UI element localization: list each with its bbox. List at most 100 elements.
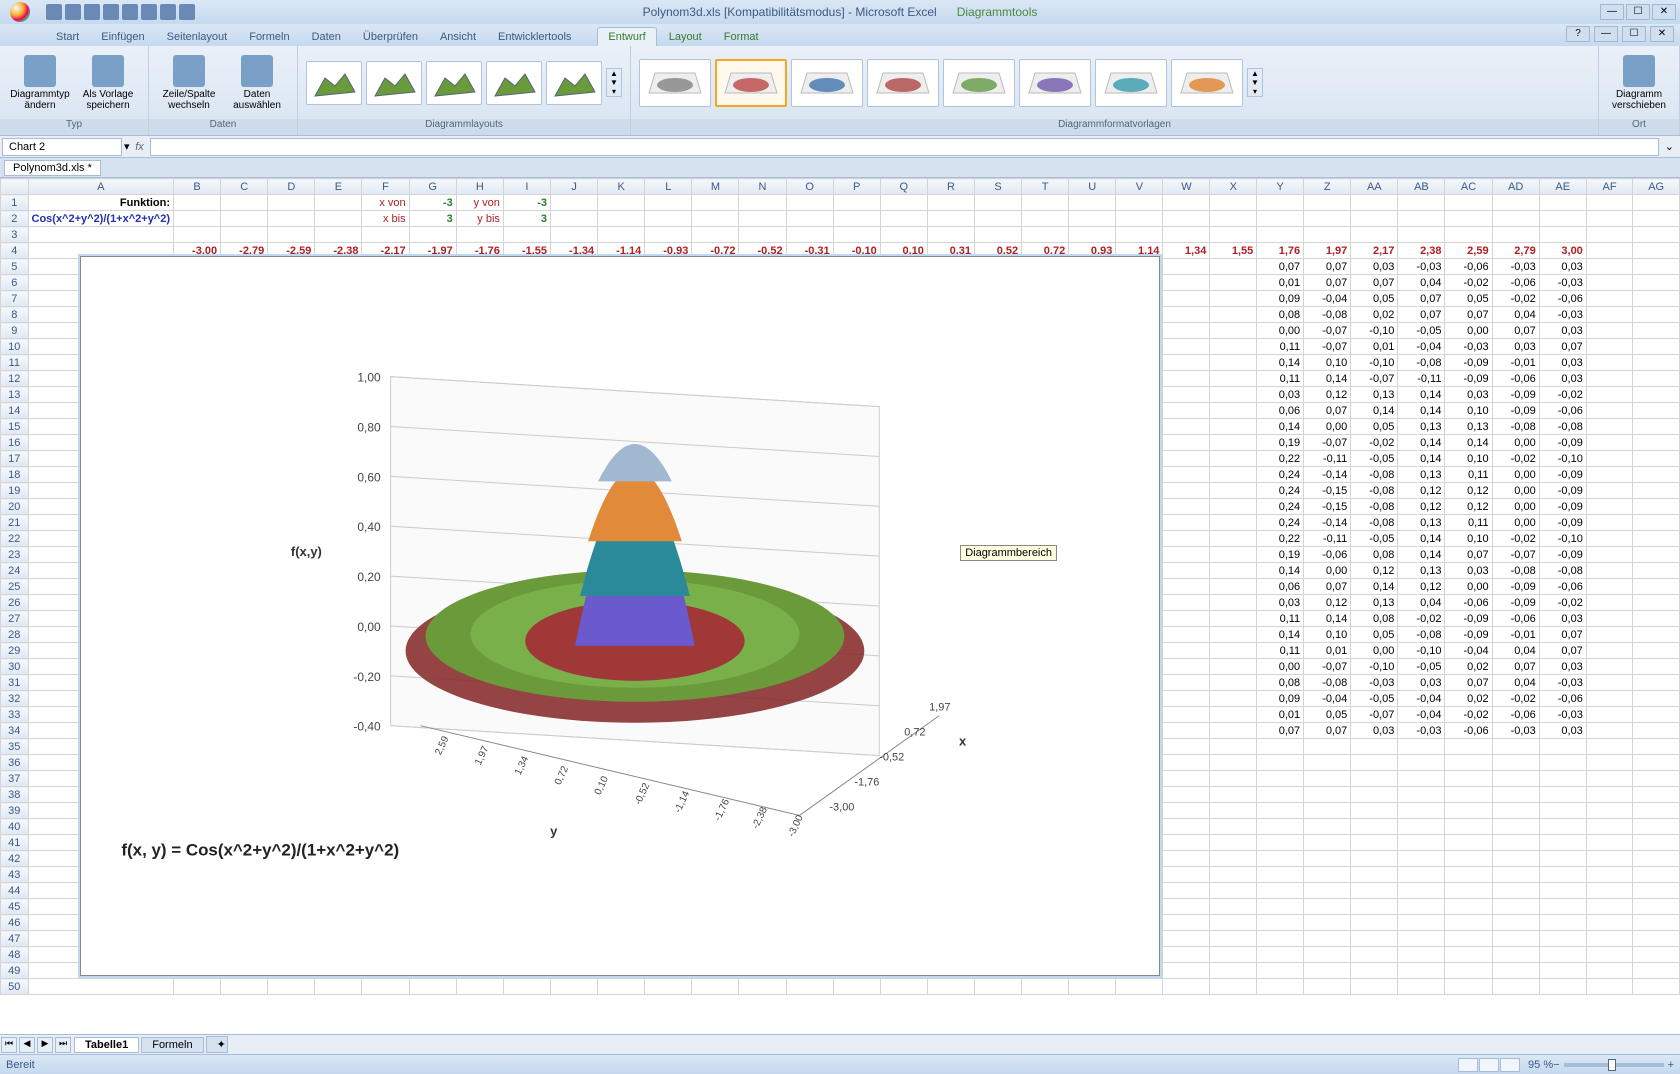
cell[interactable]	[1539, 931, 1586, 947]
row-header[interactable]: 9	[1, 323, 29, 339]
row-header[interactable]: 30	[1, 659, 29, 675]
col-header[interactable]: AE	[1539, 179, 1586, 195]
cell[interactable]	[1633, 739, 1680, 755]
cell[interactable]	[1398, 931, 1445, 947]
cell[interactable]: 0,12	[1445, 499, 1492, 515]
cell[interactable]	[1539, 739, 1586, 755]
cell[interactable]: 0,05	[1351, 291, 1398, 307]
col-header[interactable]: P	[833, 179, 880, 195]
row-header[interactable]: 14	[1, 403, 29, 419]
cell[interactable]	[786, 195, 833, 211]
name-box[interactable]: Chart 2	[2, 138, 122, 156]
cell[interactable]	[1492, 947, 1539, 963]
row-header[interactable]: 10	[1, 339, 29, 355]
cell[interactable]	[1633, 643, 1680, 659]
cell[interactable]: 0,10	[1304, 627, 1351, 643]
qat-preview-icon[interactable]	[122, 4, 138, 20]
cell[interactable]: 0,04	[1492, 643, 1539, 659]
cell[interactable]: -0,04	[1304, 291, 1351, 307]
cell[interactable]: -0,02	[1539, 595, 1586, 611]
cell[interactable]	[1586, 723, 1632, 739]
cell[interactable]	[1163, 675, 1210, 691]
cell[interactable]: 0,19	[1257, 547, 1304, 563]
cell[interactable]: 3	[503, 211, 550, 227]
zoom-in-button[interactable]: +	[1668, 1059, 1674, 1071]
cell[interactable]: -0,14	[1304, 467, 1351, 483]
cell[interactable]	[1163, 371, 1210, 387]
cell[interactable]	[1539, 947, 1586, 963]
cell[interactable]	[1163, 819, 1210, 835]
cell[interactable]	[1210, 499, 1257, 515]
cell[interactable]	[1163, 339, 1210, 355]
cell[interactable]: 0,24	[1257, 467, 1304, 483]
cell[interactable]: 0,24	[1257, 483, 1304, 499]
cell[interactable]	[1163, 515, 1210, 531]
document-tab[interactable]: Polynom3d.xls *	[4, 160, 101, 176]
cell[interactable]	[1633, 771, 1680, 787]
cell[interactable]	[1492, 227, 1539, 243]
cell[interactable]: 0,00	[1257, 659, 1304, 675]
cell[interactable]	[1633, 835, 1680, 851]
cell[interactable]	[1257, 867, 1304, 883]
cell[interactable]	[1539, 979, 1586, 995]
cell[interactable]	[1304, 787, 1351, 803]
cell[interactable]	[1445, 867, 1492, 883]
tab-start[interactable]: Start	[46, 28, 89, 46]
cell[interactable]: 0,13	[1445, 419, 1492, 435]
cell[interactable]	[1210, 483, 1257, 499]
cell[interactable]	[1210, 259, 1257, 275]
cell[interactable]: 0,07	[1539, 643, 1586, 659]
cell[interactable]	[551, 211, 598, 227]
cell[interactable]: 0,24	[1257, 499, 1304, 515]
cell[interactable]: 0,11	[1257, 643, 1304, 659]
cell[interactable]	[1398, 771, 1445, 787]
cell[interactable]	[1210, 355, 1257, 371]
cell[interactable]	[1539, 883, 1586, 899]
row-header[interactable]: 28	[1, 627, 29, 643]
cell[interactable]	[1210, 403, 1257, 419]
tab-ueberpruefen[interactable]: Überprüfen	[353, 28, 428, 46]
cell[interactable]	[268, 211, 315, 227]
col-header[interactable]: AF	[1586, 179, 1632, 195]
cell[interactable]	[1257, 835, 1304, 851]
cell[interactable]	[1586, 483, 1632, 499]
cell[interactable]	[1210, 323, 1257, 339]
cell[interactable]: 0,05	[1445, 291, 1492, 307]
cell[interactable]: -0,03	[1539, 707, 1586, 723]
cell[interactable]	[1351, 883, 1398, 899]
cell[interactable]: -0,08	[1351, 467, 1398, 483]
cell[interactable]	[1351, 963, 1398, 979]
row-header[interactable]: 43	[1, 867, 29, 883]
cell[interactable]	[1633, 499, 1680, 515]
cell[interactable]: y von	[456, 195, 503, 211]
cell[interactable]	[1633, 531, 1680, 547]
cell[interactable]: 0,12	[1351, 563, 1398, 579]
col-header[interactable]: AD	[1492, 179, 1539, 195]
office-button[interactable]	[0, 0, 40, 24]
cell[interactable]	[1210, 435, 1257, 451]
cell[interactable]	[1351, 227, 1398, 243]
cell[interactable]	[1210, 979, 1257, 995]
cell[interactable]	[1210, 419, 1257, 435]
cell[interactable]: -0,04	[1304, 691, 1351, 707]
cell[interactable]	[1445, 755, 1492, 771]
cell[interactable]	[1210, 451, 1257, 467]
row-header[interactable]: 26	[1, 595, 29, 611]
cell[interactable]	[1210, 707, 1257, 723]
col-header[interactable]: S	[975, 179, 1022, 195]
cell[interactable]	[1351, 787, 1398, 803]
cell[interactable]: -0,09	[1492, 403, 1539, 419]
cell[interactable]	[1163, 323, 1210, 339]
cell[interactable]	[1163, 451, 1210, 467]
cell[interactable]	[1351, 195, 1398, 211]
cell[interactable]: -0,09	[1539, 547, 1586, 563]
cell[interactable]	[1633, 419, 1680, 435]
cell[interactable]	[1163, 803, 1210, 819]
cell[interactable]: -0,03	[1492, 259, 1539, 275]
cell[interactable]: 0,13	[1398, 563, 1445, 579]
cell[interactable]	[1492, 835, 1539, 851]
cell[interactable]	[1586, 515, 1632, 531]
cell[interactable]	[1445, 803, 1492, 819]
chart-style-thumb[interactable]	[715, 59, 787, 107]
cell[interactable]: x von	[362, 195, 409, 211]
